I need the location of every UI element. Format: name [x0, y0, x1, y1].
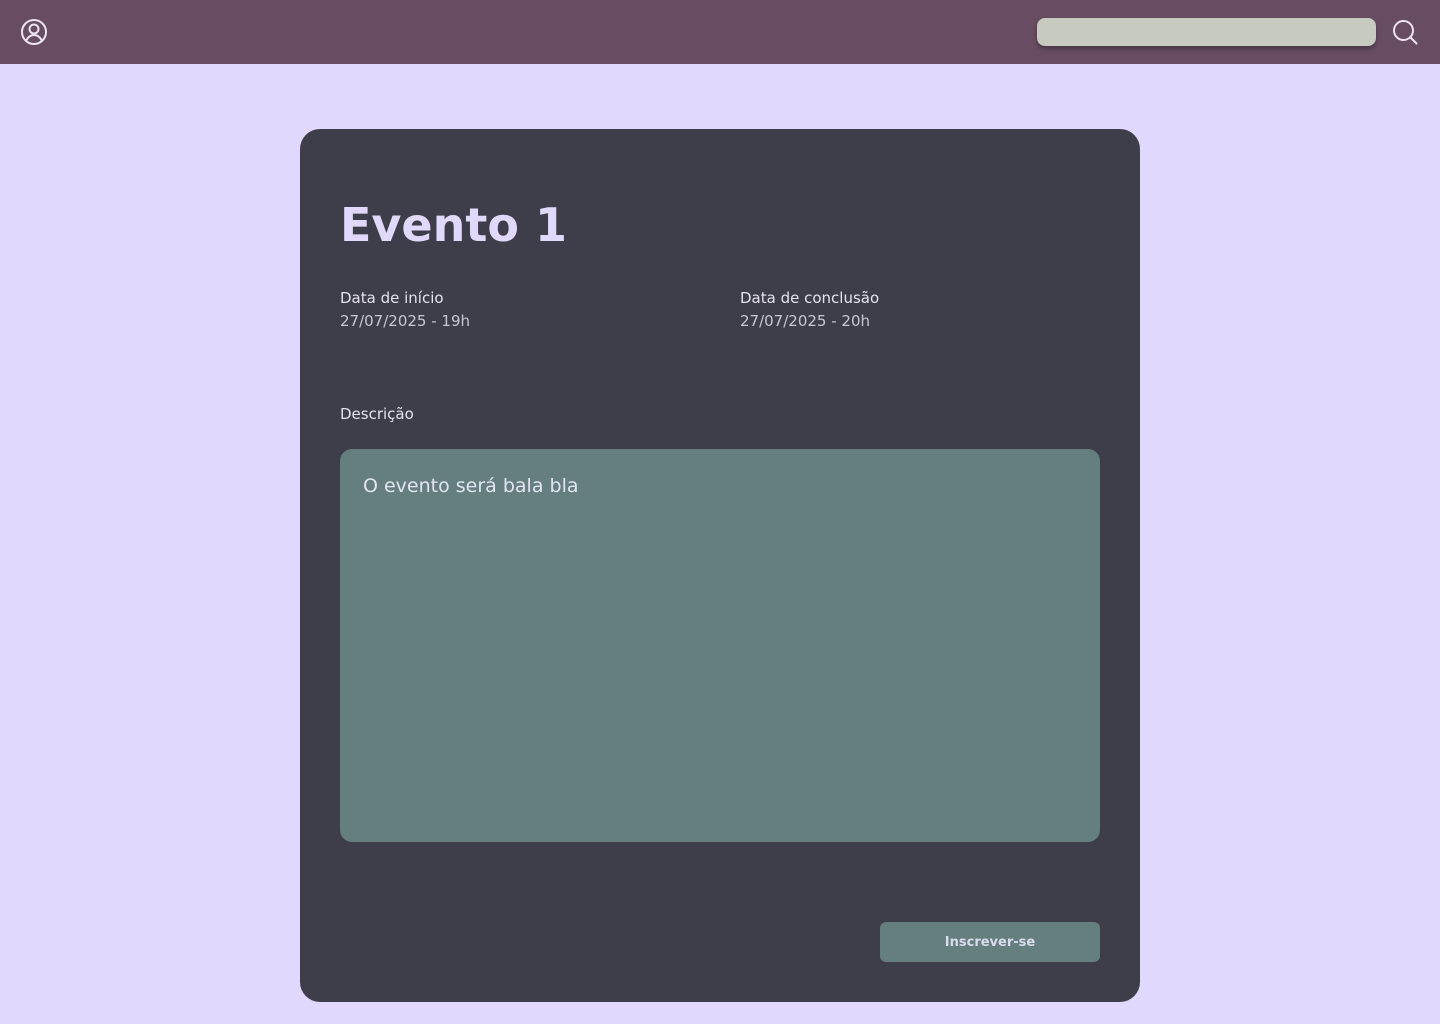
search-button[interactable] [1390, 17, 1420, 47]
start-date-label: Data de início [340, 289, 444, 307]
search-icon [1393, 20, 1418, 45]
user-circle-icon [21, 19, 47, 45]
start-date-field: Data de início 27/07/2025 - 19h [340, 288, 470, 331]
top-navigation-bar [0, 0, 1440, 64]
start-date-value: 27/07/2025 - 19h [340, 312, 470, 330]
event-title: Evento 1 [340, 198, 567, 252]
end-date-label: Data de conclusão [740, 289, 880, 307]
profile-button[interactable] [18, 16, 50, 48]
end-date-value: 27/07/2025 - 20h [740, 312, 870, 330]
search-input[interactable] [1037, 18, 1376, 46]
description-box: O evento será bala bla [340, 449, 1100, 842]
description-text: O evento será bala bla [363, 475, 579, 497]
subscribe-button[interactable]: Inscrever-se [880, 922, 1100, 962]
event-details-card: Evento 1 Data de início 27/07/2025 - 19h… [300, 129, 1140, 1002]
description-label: Descrição [340, 405, 414, 423]
end-date-field: Data de conclusão 27/07/2025 - 20h [740, 288, 879, 331]
